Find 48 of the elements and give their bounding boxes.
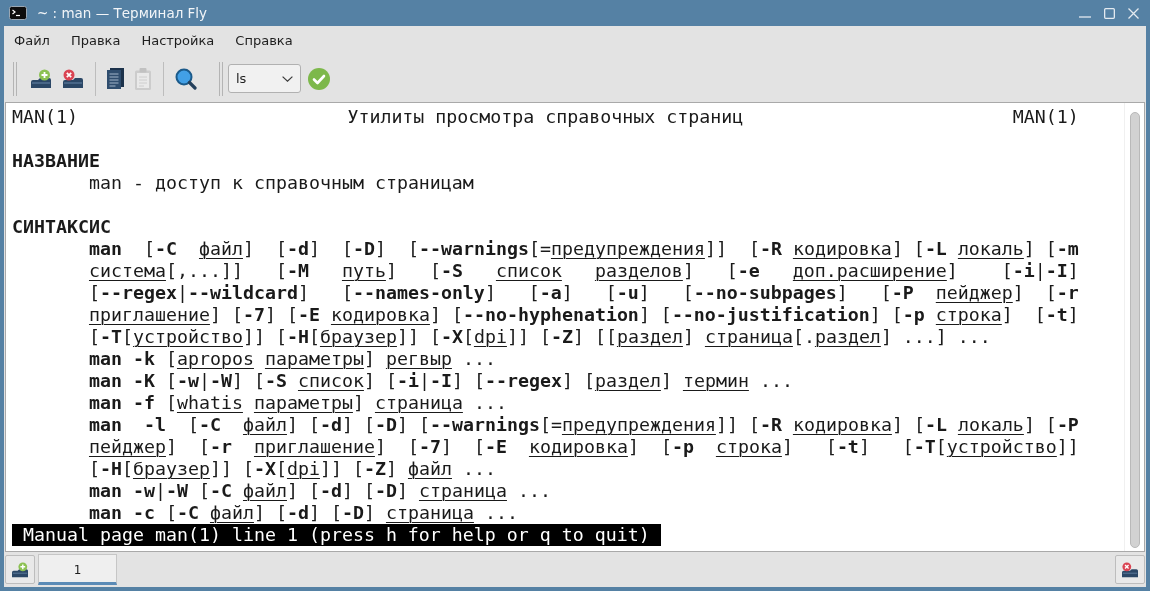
- maximize-icon: [1104, 7, 1115, 19]
- manual-text-line: man -w|-W [-C файл] [-d] [-D] страница ...: [88, 480, 551, 502]
- manual-text-line: приглашение] [-7] [-E кодировка] [--no-hyphenation] [--no-justification] [-p строка] [-t]: [88, 304, 1079, 326]
- search-icon: [175, 67, 197, 90]
- close-tab-button[interactable]: [1115, 555, 1145, 584]
- search-button[interactable]: [175, 67, 197, 90]
- section-heading: НАЗВАНИЕ: [12, 150, 100, 172]
- close-tab-button[interactable]: [62, 68, 84, 89]
- maximize-button[interactable]: [1104, 7, 1115, 19]
- add-icon: [30, 68, 52, 89]
- document-icon: [107, 68, 124, 89]
- manual-text-line: пейджер] [-r приглашение] [-7] [-E кодировка] [-p строка] [-t] [-T[устройство]]: [88, 436, 1079, 458]
- add-icon: [11, 561, 29, 578]
- manual-text-line: [-H[браузер]] [-X[dpi]] [-Z] файл ...: [88, 458, 496, 480]
- close-icon: [1128, 7, 1139, 19]
- command-dropdown[interactable]: ls: [228, 64, 301, 93]
- manual-text-line: система[,...]] [-M путь] [-S список разделов] [-e доп.расширение] [-i|-I]: [88, 260, 1079, 282]
- clipboard-icon: [134, 67, 152, 90]
- delete-icon: [1121, 561, 1139, 578]
- tab[interactable]: 1: [38, 554, 117, 585]
- section-heading: СИНТАКСИС: [12, 216, 111, 238]
- terminal-icon: [9, 6, 27, 20]
- header-title: Утилиты просмотра справочных страниц: [347, 106, 744, 128]
- manual-text-line: man -k [apropos параметры] регвыр ...: [88, 348, 496, 370]
- manual-text-line: man -K [-w|-W] [-S список] [-i|-I] [--regex] [раздел] термин ...: [88, 370, 793, 392]
- menu-item[interactable]: Справка: [235, 33, 293, 48]
- header-label: MAN(1): [12, 106, 78, 128]
- chevron-down-icon: [282, 75, 293, 82]
- menu-item[interactable]: Правка: [70, 33, 121, 48]
- manual-text-line: man -f [whatis параметры] страница ...: [88, 392, 507, 414]
- menu-item[interactable]: Файл: [14, 33, 50, 48]
- copy-button[interactable]: [107, 68, 124, 89]
- minimize-icon: [1079, 16, 1091, 18]
- manual-text-line: [-T[устройство]] [-H[браузер]] [-X[dpi]] [-Z] [[раздел] страница[.раздел] ...] ...: [88, 326, 991, 348]
- scrollbar-thumb[interactable]: [1129, 112, 1140, 548]
- check-icon: [308, 67, 330, 90]
- window-title: ~ : man — Терминал Fly: [37, 5, 208, 21]
- manual-text-line: man -l [-C файл] [-d] [-D] [--warnings[=предупреждения]] [-R кодировка] [-L локаль] [-P: [88, 414, 1079, 436]
- header-label: MAN(1): [1012, 106, 1079, 128]
- manual-text-line: man - доступ к справочным страницам: [88, 172, 474, 194]
- menu-item[interactable]: Настройка: [141, 33, 215, 48]
- manual-text-line: man -c [-C файл] [-d] [-D] страница ...: [88, 502, 518, 524]
- close-button[interactable]: [1128, 7, 1139, 19]
- manual-text-line: man [-C файл] [-d] [-D] [--warnings[=предупреждения]] [-R кодировка] [-L локаль] [-m: [88, 238, 1079, 260]
- manual-text-line: [--regex|--wildcard] [--names-only] [-a] [-u] [--no-subpages] [-P пейджер] [-r: [88, 282, 1079, 304]
- delete-icon: [62, 68, 84, 89]
- new-tab-button[interactable]: [30, 68, 52, 89]
- new-tab-button[interactable]: [5, 555, 35, 584]
